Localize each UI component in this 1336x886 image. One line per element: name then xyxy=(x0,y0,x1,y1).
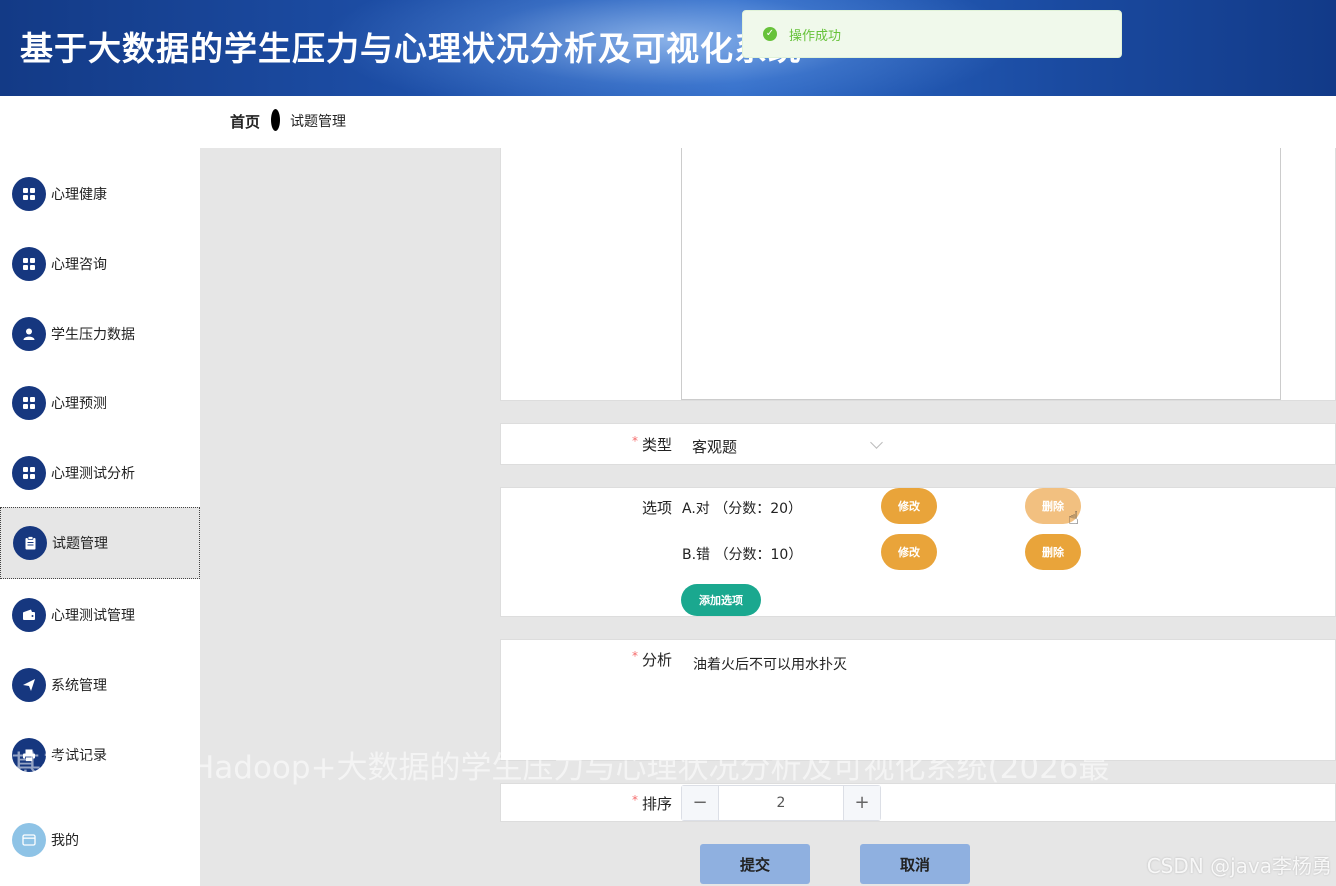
order-stepper[interactable]: − 2 + xyxy=(681,785,881,821)
wallet-icon xyxy=(12,598,46,632)
card-icon xyxy=(12,823,46,857)
sidebar-item-system[interactable]: 系统管理 xyxy=(0,650,200,720)
sidebar-item-test-management[interactable]: 心理测试管理 xyxy=(0,580,200,650)
decrement-button[interactable]: − xyxy=(682,786,719,820)
option-text: A.对 （分数：20） xyxy=(682,501,803,517)
sidebar-item-label: 心理健康 xyxy=(51,187,107,203)
sidebar-item-counseling[interactable]: 心理咨询 xyxy=(0,229,200,299)
cancel-button[interactable]: 取消 xyxy=(860,844,970,884)
type-label: * 类型 xyxy=(631,434,672,454)
send-icon xyxy=(12,668,46,702)
sidebar-item-stress-data[interactable]: 学生压力数据 xyxy=(0,299,200,369)
toast-message: 操作成功 xyxy=(789,28,842,44)
sidebar-item-label: 学生压力数据 xyxy=(51,327,135,343)
add-option-button[interactable]: 添加选项 xyxy=(681,584,761,616)
increment-button[interactable]: + xyxy=(843,786,880,820)
check-circle-icon: ✓ xyxy=(763,27,777,41)
grid-icon xyxy=(12,177,46,211)
sidebar-item-label: 心理测试分析 xyxy=(51,466,135,482)
clipboard-icon xyxy=(13,526,47,560)
analysis-label: * 分析 xyxy=(631,649,672,669)
order-input[interactable]: 2 xyxy=(718,786,844,820)
sidebar-item-mine[interactable]: 我的 xyxy=(0,805,200,875)
sidebar-item-label: 我的 xyxy=(51,833,79,849)
breadcrumb-current: 试题管理 xyxy=(290,114,346,130)
options-label: 选项 xyxy=(641,499,672,517)
type-select[interactable]: 客观题 xyxy=(692,436,737,457)
order-label: * 排序 xyxy=(631,793,672,813)
grid-icon xyxy=(12,386,46,420)
edit-option-button[interactable]: 修改 xyxy=(881,488,937,524)
sidebar-item-label: 系统管理 xyxy=(51,678,107,694)
success-toast: ✓ 操作成功 xyxy=(742,10,1122,58)
breadcrumb: 首页 试题管理 xyxy=(200,96,1336,148)
app-header: 基于大数据的学生压力与心理状况分析及可视化系统 xyxy=(0,0,1336,96)
sidebar-item-label: 心理咨询 xyxy=(51,257,107,273)
sidebar-item-label: 心理测试管理 xyxy=(51,608,135,624)
user-icon xyxy=(12,317,46,351)
breadcrumb-separator xyxy=(271,109,280,131)
hand-cursor-icon: ☝ xyxy=(1068,508,1079,529)
sidebar-item-label: 考试记录 xyxy=(51,748,107,764)
submit-button[interactable]: 提交 xyxy=(700,844,810,884)
sidebar-item-mental-health[interactable]: 心理健康 xyxy=(0,159,200,229)
csdn-watermark: CSDN @java李杨勇 xyxy=(1146,854,1332,878)
grid-icon xyxy=(12,456,46,490)
sidebar-item-label: 心理预测 xyxy=(51,396,107,412)
sidebar: 心理健康 心理咨询 学生压力数据 心理预测 心理测试分析 试题管理 心理测试管理… xyxy=(0,96,200,886)
option-text: B.错 （分数：10） xyxy=(682,547,803,563)
delete-option-button[interactable]: 删除 xyxy=(1025,534,1081,570)
app-title: 基于大数据的学生压力与心理状况分析及可视化系统 xyxy=(20,29,802,68)
analysis-textarea[interactable]: 油着火后不可以用水扑灭 xyxy=(693,654,847,674)
printer-icon xyxy=(12,738,46,772)
sidebar-item-exam-records[interactable]: 考试记录 xyxy=(0,720,200,790)
sidebar-item-test-analysis[interactable]: 心理测试分析 xyxy=(0,438,200,508)
breadcrumb-home[interactable]: 首页 xyxy=(230,111,260,132)
sidebar-item-prediction[interactable]: 心理预测 xyxy=(0,368,200,438)
sidebar-item-label: 试题管理 xyxy=(52,536,108,552)
edit-option-button[interactable]: 修改 xyxy=(881,534,937,570)
grid-icon xyxy=(12,247,46,281)
rich-text-editor[interactable] xyxy=(681,148,1281,400)
sidebar-item-questions[interactable]: 试题管理 xyxy=(0,507,200,579)
